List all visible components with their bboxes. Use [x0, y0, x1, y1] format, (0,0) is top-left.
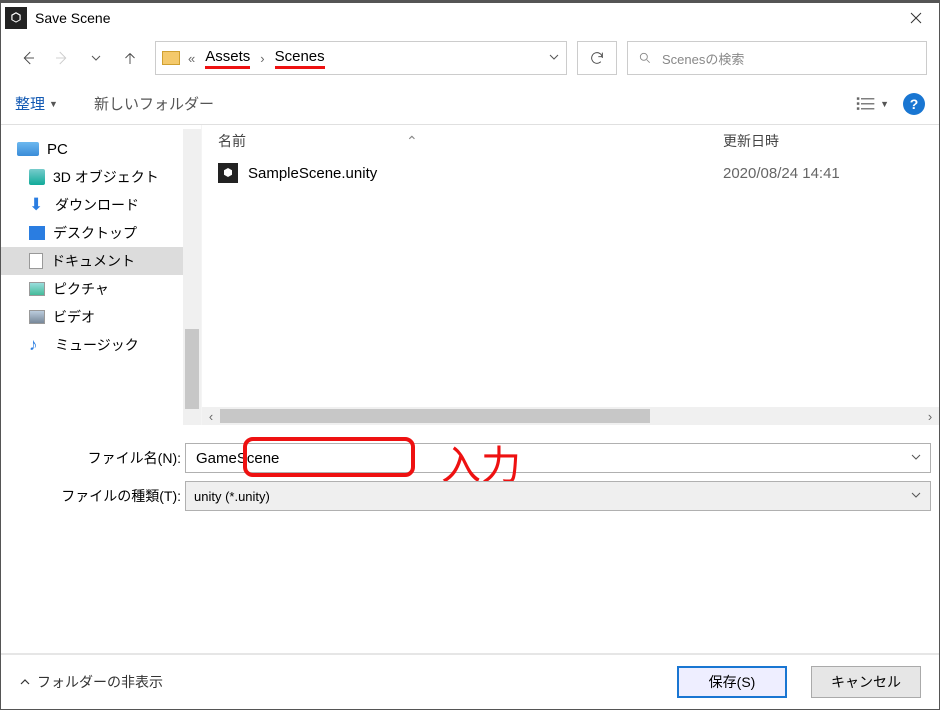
cube-icon — [29, 169, 45, 185]
window-title: Save Scene — [35, 10, 111, 26]
save-form: ファイル名(N): 入力 ファイルの種類(T): unity (*.unity) — [1, 425, 939, 527]
pc-icon — [17, 142, 39, 156]
sidebar-item-downloads[interactable]: ⬇ ダウンロード — [1, 191, 201, 219]
toolbar: 整理 ▼ 新しいフォルダー ▼ ? — [1, 83, 939, 125]
document-icon — [29, 253, 43, 269]
sidebar-item-videos[interactable]: ビデオ — [1, 303, 201, 331]
sidebar-item-music[interactable]: ♪ ミュージック — [1, 331, 201, 359]
folder-icon — [162, 51, 180, 65]
sidebar-item-desktop[interactable]: デスクトップ — [1, 219, 201, 247]
help-button[interactable]: ? — [903, 93, 925, 115]
up-button[interactable] — [115, 42, 145, 74]
main-area: PC 3D オブジェクト ⬇ ダウンロード デスクトップ ドキュメント ピクチャ… — [1, 125, 939, 425]
search-icon — [638, 51, 652, 65]
filename-dropdown[interactable] — [910, 451, 922, 466]
sidebar-item-documents[interactable]: ドキュメント — [1, 247, 201, 275]
nav-bar: « Assets › Scenes Scenesの検索 — [1, 33, 939, 83]
filetype-label: ファイルの種類(T): — [61, 486, 181, 506]
view-menu[interactable]: ▼ — [856, 96, 889, 112]
col-date[interactable]: 更新日時 — [723, 131, 923, 151]
search-box[interactable]: Scenesの検索 — [627, 41, 927, 75]
filename-label: ファイル名(N): — [61, 448, 181, 468]
file-list: 名前 ⌃ 更新日時 SampleScene.unity 2020/08/24 1… — [201, 125, 939, 425]
close-button[interactable] — [893, 2, 939, 34]
breadcrumb-assets[interactable]: Assets — [205, 48, 250, 69]
view-icon — [856, 96, 876, 112]
forward-button[interactable] — [47, 42, 77, 74]
unity-icon — [5, 7, 27, 29]
save-button[interactable]: 保存(S) — [677, 666, 787, 698]
file-name: SampleScene.unity — [248, 165, 723, 182]
search-placeholder: Scenesの検索 — [662, 49, 744, 68]
chevron-up-icon — [19, 676, 31, 688]
sort-indicator: ⌃ — [406, 133, 415, 150]
sidebar-item-3d[interactable]: 3D オブジェクト — [1, 163, 201, 191]
video-icon — [29, 310, 45, 324]
sidebar-item-pictures[interactable]: ピクチャ — [1, 275, 201, 303]
hide-folders[interactable]: フォルダーの非表示 — [19, 672, 163, 692]
scroll-left-icon[interactable]: ‹ — [202, 407, 220, 425]
chevron-right-icon: › — [260, 51, 264, 66]
chevron-icon: « — [188, 51, 195, 66]
organize-menu[interactable]: 整理 ▼ — [15, 93, 58, 114]
music-icon: ♪ — [29, 337, 47, 353]
horizontal-scrollbar[interactable]: ‹ › — [202, 407, 939, 425]
filetype-dropdown[interactable] — [910, 489, 922, 504]
file-row[interactable]: SampleScene.unity 2020/08/24 14:41 — [202, 157, 939, 189]
address-dropdown[interactable] — [548, 51, 560, 66]
titlebar: Save Scene — [1, 1, 939, 33]
filetype-field[interactable]: unity (*.unity) — [185, 481, 931, 511]
filename-field[interactable] — [185, 443, 931, 473]
sidebar: PC 3D オブジェクト ⬇ ダウンロード デスクトップ ドキュメント ピクチャ… — [1, 125, 201, 425]
sidebar-scrollbar[interactable] — [183, 129, 201, 425]
filetype-value: unity (*.unity) — [194, 489, 270, 504]
file-date: 2020/08/24 14:41 — [723, 165, 923, 182]
scroll-right-icon[interactable]: › — [921, 407, 939, 425]
breadcrumb-scenes[interactable]: Scenes — [275, 48, 325, 69]
unity-file-icon — [218, 163, 238, 183]
picture-icon — [29, 282, 45, 296]
dialog-footer: フォルダーの非表示 保存(S) キャンセル — [1, 653, 939, 709]
refresh-button[interactable] — [577, 41, 617, 75]
recent-dropdown[interactable] — [81, 42, 111, 74]
filename-input[interactable] — [194, 449, 910, 468]
back-button[interactable] — [13, 42, 43, 74]
new-folder-button[interactable]: 新しいフォルダー — [94, 93, 214, 114]
file-header[interactable]: 名前 ⌃ 更新日時 — [202, 125, 939, 157]
sidebar-pc[interactable]: PC — [1, 135, 201, 163]
address-bar[interactable]: « Assets › Scenes — [155, 41, 567, 75]
cancel-button[interactable]: キャンセル — [811, 666, 921, 698]
desktop-icon — [29, 226, 45, 240]
col-name[interactable]: 名前 — [218, 131, 246, 151]
download-icon: ⬇ — [29, 197, 47, 213]
